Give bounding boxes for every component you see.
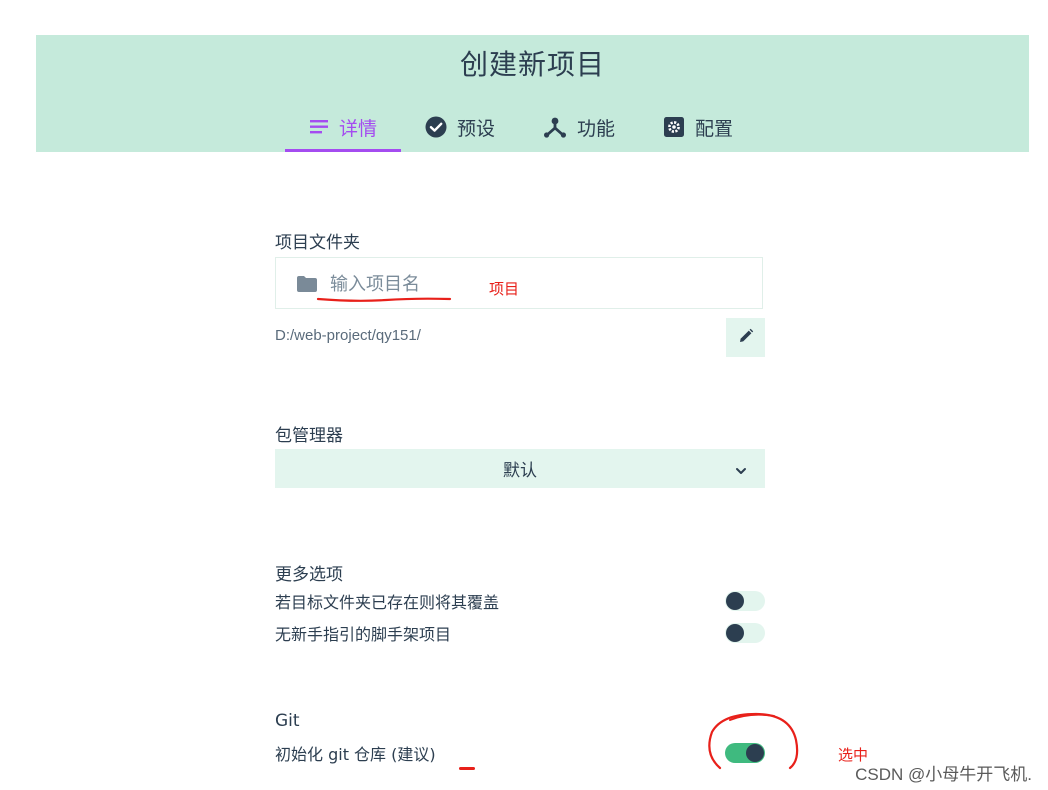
overwrite-toggle[interactable] (725, 591, 765, 611)
option-no-guide: 无新手指引的脚手架项目 (275, 621, 765, 645)
chevron-down-icon (735, 462, 747, 482)
no-guide-toggle[interactable] (725, 623, 765, 643)
annotation-underline (316, 297, 452, 302)
tab-label: 功能 (577, 117, 616, 140)
tab-label: 配置 (695, 117, 734, 140)
pencil-icon (738, 328, 754, 348)
annotation-circle (708, 712, 799, 770)
tab-config[interactable]: 配置 (639, 107, 757, 147)
tab-bar: 详情 预设 功能 配置 (285, 107, 757, 152)
annotation-dash (459, 767, 475, 770)
check-circle-icon (425, 116, 447, 138)
option-label: 若目标文件夹已存在则将其覆盖 (275, 593, 500, 612)
option-label: 无新手指引的脚手架项目 (275, 625, 452, 644)
project-folder-label: 项目文件夹 (275, 233, 360, 253)
page-title: 创建新项目 (459, 48, 605, 81)
option-label: 初始化 git 仓库 (建议) (275, 745, 436, 764)
header: 创建新项目 详情 预设 功能 配置 (36, 35, 1029, 152)
tab-features[interactable]: 功能 (519, 107, 639, 147)
select-value: 默认 (503, 461, 537, 481)
toggle-knob (726, 592, 744, 610)
git-label: Git (275, 711, 300, 731)
tab-label: 详情 (339, 117, 378, 140)
tab-presets[interactable]: 预设 (401, 107, 519, 147)
edit-path-button[interactable] (726, 318, 765, 357)
tab-details[interactable]: 详情 (285, 107, 402, 152)
annotation-project: 项目 (489, 280, 520, 298)
project-name-input[interactable] (330, 270, 630, 298)
package-manager-select[interactable]: 默认 (275, 449, 765, 488)
tab-label: 预设 (457, 117, 496, 140)
package-manager-label: 包管理器 (275, 426, 343, 446)
gear-icon (663, 116, 685, 138)
option-git-init: 初始化 git 仓库 (建议) (275, 741, 765, 765)
list-icon (309, 118, 329, 136)
more-options-label: 更多选项 (275, 565, 343, 585)
fork-icon (543, 116, 567, 138)
watermark: CSDN @小母牛开飞机. (855, 765, 1032, 784)
option-overwrite: 若目标文件夹已存在则将其覆盖 (275, 589, 765, 613)
folder-icon (296, 275, 318, 297)
toggle-knob (726, 624, 744, 642)
project-path: D:/web-project/qy151/ (275, 327, 421, 344)
